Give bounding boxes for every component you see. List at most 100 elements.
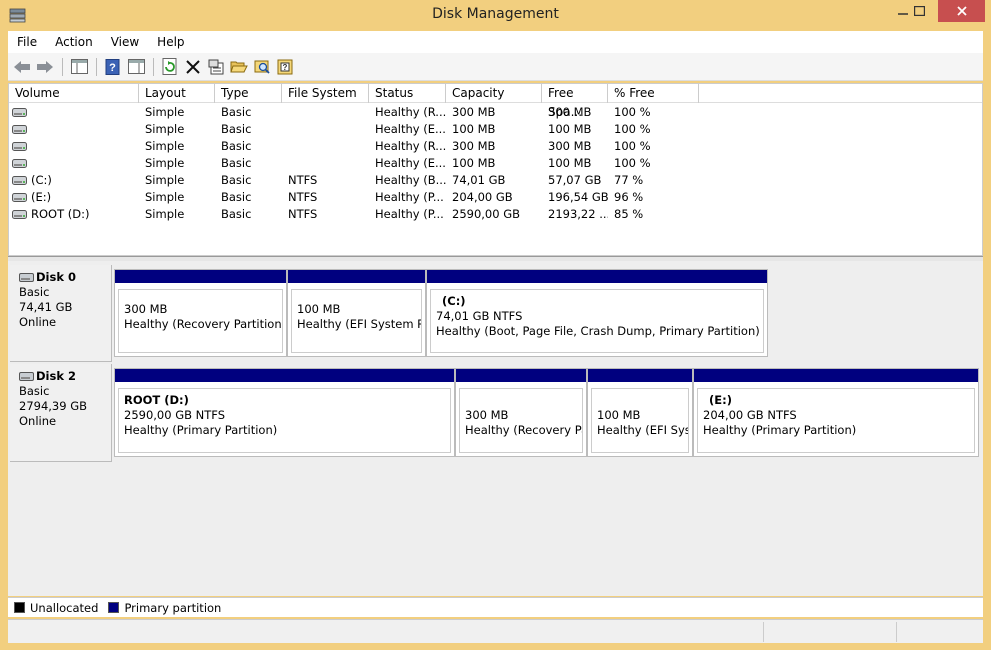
volume-name: (E:) [31,190,52,204]
volume-cell-status: Healthy (R... [375,139,446,153]
volume-cell-layout: Simple [145,105,185,119]
refresh-button[interactable] [159,56,181,78]
help-button[interactable]: ? [102,56,124,78]
volume-cell-layout: Simple [145,156,185,170]
window-title: Disk Management [432,6,559,22]
console-tree-button[interactable] [68,56,90,78]
toolbar-separator [62,57,63,76]
volume-cell-type: Basic [221,122,252,136]
column-header-status[interactable]: Status [369,84,446,103]
disk-size: 74,41 GB [19,300,73,314]
properties-icon [208,59,223,74]
partition-size: 2590,00 GB NTFS [124,408,226,422]
column-header-volume[interactable]: Volume [9,84,139,103]
volume-row[interactable]: (E:) Simple Basic NTFS Healthy (P... 204,00 G… [9,189,982,206]
volume-icon [12,159,27,168]
volume-cell-capacity: 204,00 GB [452,190,513,204]
explore-button[interactable] [251,56,273,78]
close-button[interactable] [938,0,985,22]
disk-0-label[interactable]: Disk 0 Basic 74,41 GB Online [10,265,112,362]
properties-button[interactable] [205,56,227,78]
explore-icon [254,60,270,74]
partition-name: (E:) [709,393,732,407]
back-button[interactable] [11,56,33,78]
volume-name: (C:) [31,173,52,187]
partition-disk2-recovery[interactable]: 300 MB Healthy (Recovery Par [455,368,587,457]
maximize-button[interactable] [904,0,934,22]
open-icon [230,61,248,73]
partition-status: Healthy (EFI Syste [597,423,688,437]
volume-row[interactable]: Simple Basic Healthy (E... 100 MB 100 MB 100 … [9,155,982,172]
partition-disk0-c[interactable]: (C:) 74,01 GB NTFS Healthy (Boot, Page F… [426,269,768,357]
volume-cell-type: Basic [221,207,252,221]
window: Disk Management File Action View Help ? [0,0,991,650]
menu-view[interactable]: View [102,35,148,49]
column-header-capacity[interactable]: Capacity [446,84,542,103]
volume-cell-layout: Simple [145,207,185,221]
disk-graphical-view: Disk 0 Basic 74,41 GB Online 300 MB Heal… [8,261,983,596]
column-header-file-system[interactable]: File System [282,84,369,103]
partition-disk0-recovery[interactable]: 300 MB Healthy (Recovery Partition) [114,269,287,357]
partition-disk2-root[interactable]: ROOT (D:) 2590,00 GB NTFS Healthy (Prima… [114,368,455,457]
toolbar: ? ? [8,53,983,81]
show-hide-button[interactable] [125,56,147,78]
partition-name: ROOT (D:) [124,393,189,407]
primary-partition-bar [588,369,692,382]
partition-size: 74,01 GB NTFS [436,309,523,323]
volume-row[interactable]: Simple Basic Healthy (R... 300 MB 300 MB 100 … [9,104,982,121]
disk-2-label[interactable]: Disk 2 Basic 2794,39 GB Online [10,364,112,462]
partition-status: Healthy (Primary Partition) [703,423,857,437]
volume-row[interactable]: ROOT (D:) Simple Basic NTFS Healthy (P... 259… [9,206,982,223]
volume-cell-type: Basic [221,139,252,153]
column-header-layout[interactable]: Layout [139,84,215,103]
volume-row[interactable]: Simple Basic Healthy (E... 100 MB 100 MB 100 … [9,121,982,138]
partition-disk2-e[interactable]: (E:) 204,00 GB NTFS Healthy (Primary Par… [693,368,979,457]
disk-type: Basic [19,384,50,398]
show-hide-icon [127,59,145,74]
volume-cell-pct: 100 % [614,122,651,136]
title-bar[interactable]: Disk Management [0,0,991,31]
delete-icon [186,59,200,74]
volume-name-cell [12,138,138,155]
column-header-percent-free[interactable]: % Free [608,84,699,103]
menu-action[interactable]: Action [46,35,102,49]
forward-button[interactable] [34,56,56,78]
volume-name-cell: ROOT (D:) [12,206,138,223]
partition-name: (C:) [442,294,466,308]
volume-cell-fs: NTFS [288,173,318,187]
help-topics-button[interactable]: ? [274,56,296,78]
volume-icon [12,142,27,151]
delete-button[interactable] [182,56,204,78]
primary-partition-bar [694,369,978,382]
column-header-type[interactable]: Type [215,84,282,103]
volume-icon [12,193,27,202]
disk-type: Basic [19,285,50,299]
volume-cell-fs [288,104,369,121]
partition-size: 100 MB [297,302,341,316]
volume-cell-capacity: 300 MB [452,139,496,153]
toolbar-separator [153,57,154,76]
volume-cell-free: 100 MB [548,122,592,136]
partition-disk2-efi[interactable]: 100 MB Healthy (EFI Syste [587,368,693,457]
volume-cell-free: 2193,22 ... [548,207,608,221]
volume-list[interactable]: Volume Layout Type File System Status Ca… [8,83,983,256]
partition-disk0-efi[interactable]: 100 MB Healthy (EFI System Par [287,269,426,357]
primary-partition-bar [427,270,767,283]
menu-file[interactable]: File [8,35,46,49]
volume-cell-type: Basic [221,190,252,204]
volume-cell-status: Healthy (B... [375,173,446,187]
disk-size: 2794,39 GB [19,399,88,413]
column-header-free-space[interactable]: Free Spa... [542,84,608,119]
forward-icon [37,60,53,73]
primary-partition-bar [288,270,425,283]
volume-cell-pct: 100 % [614,156,651,170]
volume-cell-pct: 85 % [614,207,644,221]
partition-status: Healthy (EFI System Par [297,317,422,331]
volume-row[interactable]: Simple Basic Healthy (R... 300 MB 300 MB 100 … [9,138,982,155]
volume-row[interactable]: (C:) Simple Basic NTFS Healthy (B... 74,01 GB… [9,172,982,189]
svg-text:?: ? [109,62,116,74]
open-button[interactable] [228,56,250,78]
menu-help[interactable]: Help [148,35,193,49]
status-bar-divider [763,622,764,642]
legend-primary-partition: Primary partition [124,600,222,615]
